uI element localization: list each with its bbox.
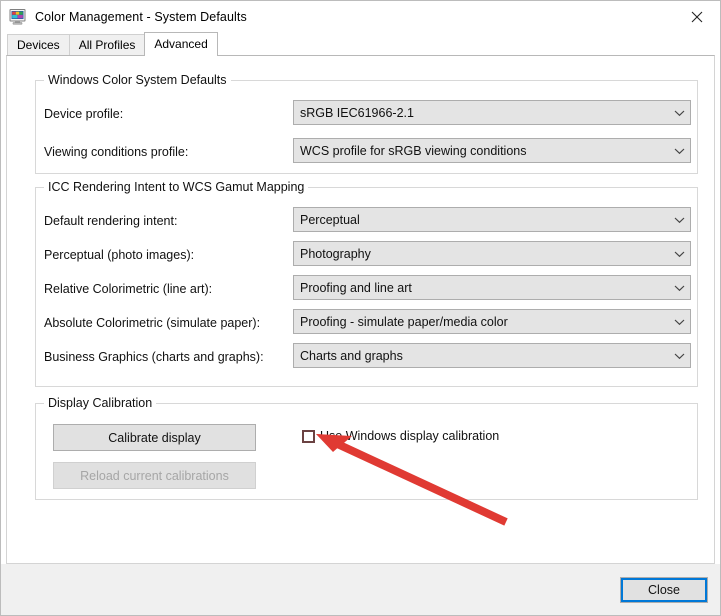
checkbox-label: Use Windows display calibration — [320, 429, 500, 443]
label-default-rendering-intent: Default rendering intent: — [44, 214, 178, 228]
tab-strip: Devices All Profiles Advanced — [1, 32, 720, 56]
combo-viewing-conditions-profile[interactable]: WCS profile for sRGB viewing conditions — [293, 138, 691, 163]
chevron-down-icon — [668, 109, 690, 117]
label-perceptual-photo-images: Perceptual (photo images): — [44, 248, 195, 262]
combo-viewing-conditions-profile-value: WCS profile for sRGB viewing conditions — [300, 143, 527, 158]
group-title-wcs-defaults: Windows Color System Defaults — [44, 73, 231, 87]
close-icon — [691, 11, 703, 22]
group-title-display-calibration: Display Calibration — [44, 396, 157, 410]
dialog-footer: Close — [1, 564, 720, 615]
chevron-down-icon — [668, 250, 690, 258]
advanced-tab-page: Windows Color System Defaults Device pro… — [6, 55, 715, 564]
checkbox-indicator[interactable] — [302, 429, 315, 443]
tab-advanced[interactable]: Advanced — [144, 32, 218, 56]
group-display-calibration: Display Calibration Calibrate display Re… — [35, 396, 698, 500]
use-windows-display-calibration-checkbox[interactable]: Use Windows display calibration — [302, 429, 499, 443]
chevron-down-icon — [668, 147, 690, 155]
group-windows-color-system-defaults: Windows Color System Defaults Device pro… — [35, 73, 698, 174]
label-device-profile: Device profile: — [44, 107, 124, 121]
tab-all-profiles[interactable]: All Profiles — [68, 34, 146, 55]
group-title-icc-mapping: ICC Rendering Intent to WCS Gamut Mappin… — [44, 180, 309, 194]
chevron-down-icon — [668, 318, 690, 326]
chevron-down-icon — [668, 352, 690, 360]
tab-devices[interactable]: Devices — [7, 34, 70, 55]
label-relative-colorimetric: Relative Colorimetric (line art): — [44, 282, 213, 296]
combo-relative-colorimetric[interactable]: Proofing and line art — [293, 275, 691, 300]
combo-relative-colorimetric-value: Proofing and line art — [300, 280, 412, 295]
close-button[interactable]: Close — [620, 577, 708, 603]
close-window-button[interactable] — [674, 1, 720, 32]
combo-absolute-colorimetric-value: Proofing - simulate paper/media color — [300, 314, 508, 329]
combo-default-rendering-intent-value: Perceptual — [300, 212, 360, 227]
combo-business-graphics-value: Charts and graphs — [300, 348, 403, 363]
combo-default-rendering-intent[interactable]: Perceptual — [293, 207, 691, 232]
label-business-graphics: Business Graphics (charts and graphs): — [44, 350, 264, 364]
chevron-down-icon — [668, 216, 690, 224]
color-management-monitor-icon — [9, 8, 26, 25]
combo-absolute-colorimetric[interactable]: Proofing - simulate paper/media color — [293, 309, 691, 334]
window-title: Color Management - System Defaults — [35, 9, 247, 24]
label-viewing-conditions-profile: Viewing conditions profile: — [44, 145, 189, 159]
title-bar: Color Management - System Defaults — [1, 1, 720, 32]
color-management-window: Color Management - System Defaults Devic… — [0, 0, 721, 616]
reload-current-calibrations-button: Reload current calibrations — [53, 462, 256, 489]
group-icc-rendering-intent: ICC Rendering Intent to WCS Gamut Mappin… — [35, 180, 698, 387]
combo-perceptual-photo-images-value: Photography — [300, 246, 371, 261]
combo-device-profile-value: sRGB IEC61966-2.1 — [300, 105, 414, 120]
chevron-down-icon — [668, 284, 690, 292]
combo-perceptual-photo-images[interactable]: Photography — [293, 241, 691, 266]
calibrate-display-button[interactable]: Calibrate display — [53, 424, 256, 451]
combo-device-profile[interactable]: sRGB IEC61966-2.1 — [293, 100, 691, 125]
combo-business-graphics[interactable]: Charts and graphs — [293, 343, 691, 368]
label-absolute-colorimetric: Absolute Colorimetric (simulate paper): — [44, 316, 261, 330]
